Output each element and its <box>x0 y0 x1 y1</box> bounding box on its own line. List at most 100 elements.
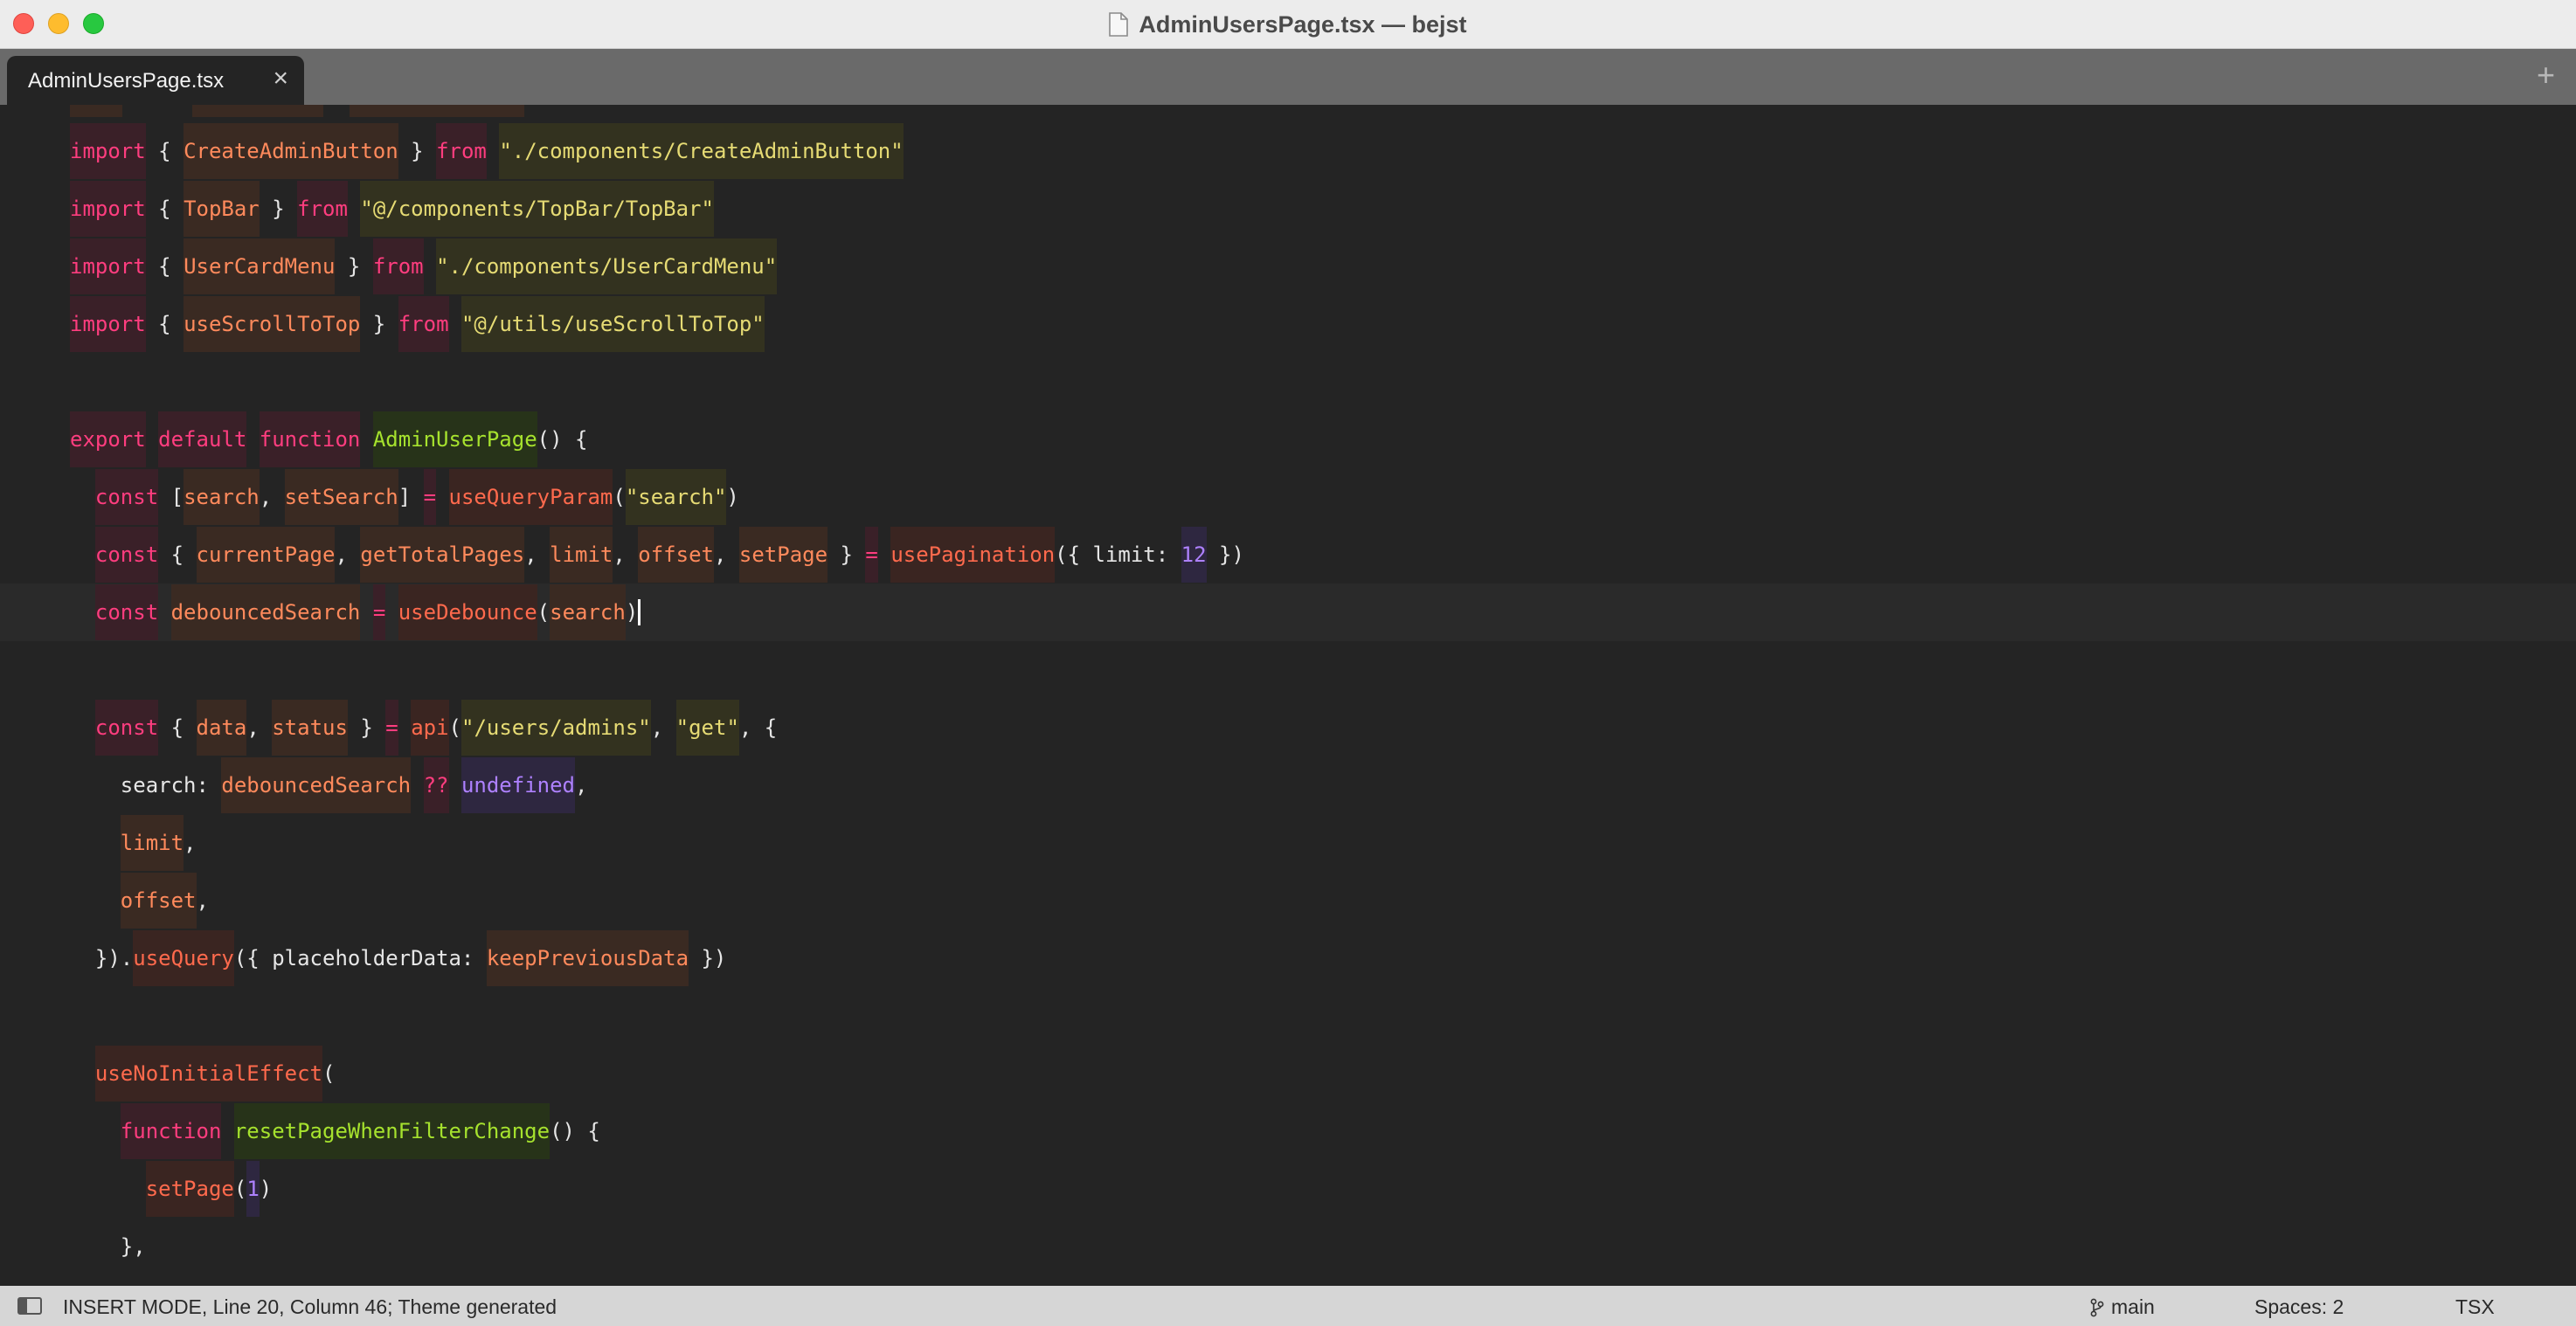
code-line[interactable] <box>0 641 2576 699</box>
code-token: data <box>196 700 247 756</box>
code-line[interactable]: offset, <box>0 872 2576 929</box>
indentation-setting[interactable]: Spaces: 2 <box>2254 1295 2344 1319</box>
code-token: currentPage <box>196 527 336 583</box>
tab-adminuserspage[interactable]: AdminUsersPage.tsx × <box>7 56 304 105</box>
code-token: search <box>184 469 260 525</box>
code-token: { <box>145 139 184 163</box>
code-token: import <box>70 123 146 179</box>
code-line[interactable]: useNoInitialEffect( <box>0 1045 2576 1102</box>
code-token: } <box>398 139 437 163</box>
code-token: ) <box>726 485 739 509</box>
code-line[interactable]: import { TopBar } from "@/components/Top… <box>0 180 2576 238</box>
code-token: ] <box>398 485 424 509</box>
code-line[interactable]: const { data, status } = api("/users/adm… <box>0 699 2576 756</box>
code-token: { <box>158 715 197 740</box>
code-token: , <box>613 542 639 567</box>
code-line[interactable]: export default function AdminUserPage() … <box>0 411 2576 468</box>
code-editor[interactable]: import { CreateAdminButton } from "./com… <box>0 105 2576 1286</box>
code-token: 12 <box>1181 527 1207 583</box>
git-branch[interactable]: main <box>2090 1295 2155 1319</box>
code-token: ({ placeholderData: <box>233 946 487 970</box>
code-token: setSearch <box>284 469 398 525</box>
code-line[interactable]: import { UserCardMenu } from "./componen… <box>0 238 2576 295</box>
sidebar-toggle-icon[interactable] <box>17 1297 42 1315</box>
code-line[interactable]: import { useScrollToTop } from "@/utils/… <box>0 295 2576 353</box>
add-tab-icon[interactable]: + <box>2537 59 2555 91</box>
code-token: AdminUserPage <box>372 411 537 467</box>
code-token: , <box>184 831 197 855</box>
code-line[interactable] <box>0 353 2576 411</box>
code-line[interactable] <box>0 987 2576 1045</box>
code-token: { <box>145 312 184 336</box>
code-token: () { <box>537 427 588 452</box>
code-token: setPage <box>738 527 828 583</box>
code-line[interactable]: }, <box>0 1218 2576 1275</box>
document-icon <box>1109 12 1129 37</box>
code-token: ) <box>259 1177 273 1201</box>
code-token: resetPageWhenFilterChange <box>233 1103 551 1159</box>
code-token: limit <box>550 527 613 583</box>
code-token: , <box>246 715 273 740</box>
code-token: debouncedSearch <box>221 757 412 813</box>
code-token: default <box>158 411 247 467</box>
code-token: , <box>259 485 285 509</box>
code-token: const <box>94 584 159 640</box>
code-token: function <box>120 1103 222 1159</box>
code-token: undefined <box>460 757 575 813</box>
code-token: ( <box>233 1177 247 1201</box>
code-token: ( <box>613 485 626 509</box>
code-line[interactable]: }). useQuery({ placeholderData: keepPrevi… <box>0 929 2576 987</box>
code-token: }) <box>689 946 727 970</box>
code-token: limit <box>120 815 184 871</box>
code-token: CreateAdminButton <box>184 123 398 179</box>
code-line[interactable]: const { currentPage, getTotalPages, limi… <box>0 526 2576 584</box>
code-line[interactable]: import { CreateAdminButton } from "./com… <box>0 122 2576 180</box>
code-token: getTotalPages <box>360 527 525 583</box>
window-title: AdminUsersPage.tsx — bejst <box>1139 10 1467 38</box>
code-line[interactable]: function resetPageWhenFilterChange() { <box>0 1102 2576 1160</box>
code-line[interactable]: setPage(1) <box>0 1160 2576 1218</box>
scrolled-line-fragment <box>350 105 524 117</box>
syntax-selector[interactable]: TSX <box>2455 1295 2495 1319</box>
code-token: [ <box>158 485 184 509</box>
code-token: } <box>828 542 866 567</box>
code-token: "@/utils/useScrollToTop" <box>460 296 765 352</box>
text-cursor <box>638 599 641 625</box>
code-token: ) <box>625 600 639 625</box>
code-token: "./components/CreateAdminButton" <box>499 123 904 179</box>
code-line[interactable]: const [search, setSearch] = useQueryPara… <box>0 468 2576 526</box>
status-bar: INSERT MODE, Line 20, Column 46; Theme g… <box>0 1286 2576 1326</box>
tab-label: AdminUsersPage.tsx <box>28 69 225 93</box>
code-line[interactable]: search: debouncedSearch ?? undefined, <box>0 756 2576 814</box>
code-token: ( <box>448 715 461 740</box>
code-token: useQueryParam <box>448 469 613 525</box>
code-line-current[interactable]: const debouncedSearch = useDebounce(sear… <box>0 584 2576 641</box>
code-line[interactable]: limit, <box>0 814 2576 872</box>
code-token: UserCardMenu <box>184 238 336 294</box>
scrolled-line-fragment <box>70 105 122 117</box>
code-token: }). <box>70 946 134 970</box>
code-token: "get" <box>675 700 739 756</box>
close-icon[interactable]: × <box>273 66 288 92</box>
code-token: } <box>347 715 386 740</box>
code-token: = <box>865 527 878 583</box>
code-token: "./components/UserCardMenu" <box>436 238 778 294</box>
code-token: ?? <box>423 757 449 813</box>
code-token: { <box>145 254 184 279</box>
code-token: ( <box>322 1061 336 1086</box>
code-token: const <box>94 469 159 525</box>
